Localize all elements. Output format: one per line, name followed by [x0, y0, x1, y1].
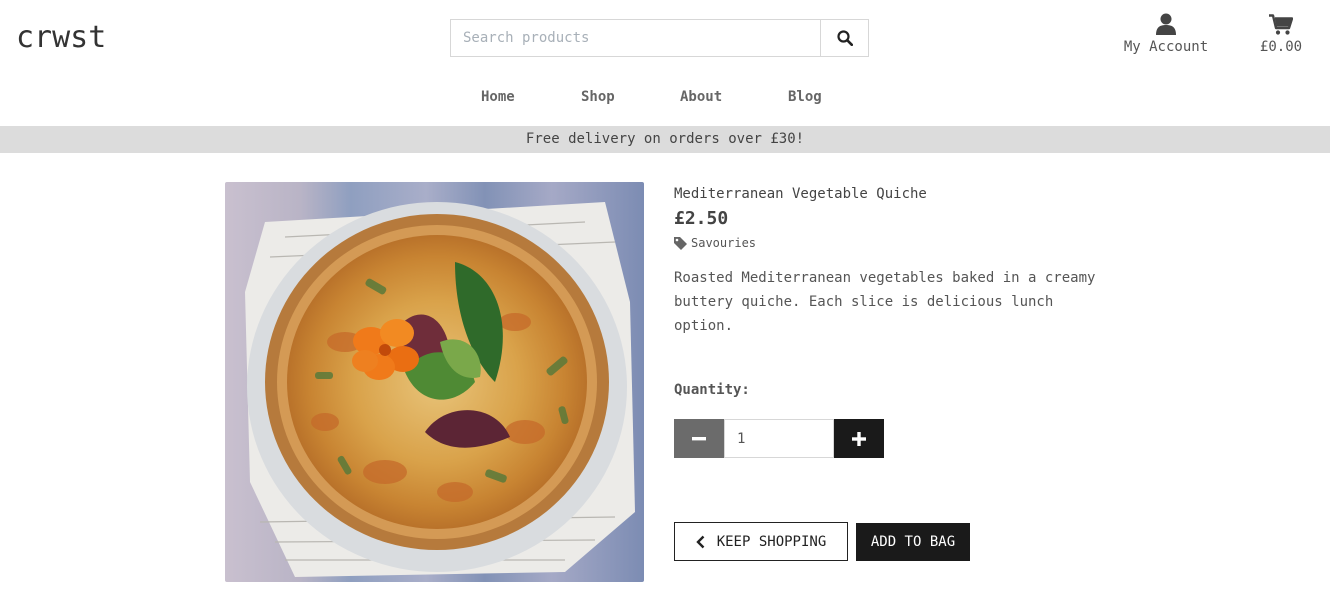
shopping-cart-icon	[1269, 13, 1293, 35]
product-image	[225, 182, 644, 582]
nav-item-about[interactable]: About	[680, 89, 722, 105]
delivery-banner: Free delivery on orders over £30!	[0, 126, 1330, 153]
quantity-stepper	[674, 419, 884, 458]
product-description: Roasted Mediterranean vegetables baked i…	[674, 270, 1096, 334]
keep-shopping-label: KEEP SHOPPING	[716, 533, 827, 550]
plus-icon	[852, 431, 866, 446]
keep-shopping-button[interactable]: KEEP SHOPPING	[674, 522, 848, 561]
decrement-quantity-button[interactable]	[674, 419, 724, 458]
my-account-link[interactable]: My Account	[1118, 12, 1214, 55]
increment-quantity-button[interactable]	[834, 419, 884, 458]
quantity-label: Quantity:	[674, 382, 750, 398]
product-category[interactable]: Savouries	[674, 236, 1114, 250]
nav-item-blog[interactable]: Blog	[788, 89, 822, 105]
product-category-label: Savouries	[691, 236, 757, 250]
search-button[interactable]	[820, 19, 869, 57]
search-icon	[836, 30, 853, 46]
nav-item-shop[interactable]: Shop	[581, 89, 615, 105]
nav-item-home[interactable]: Home	[481, 89, 515, 105]
cart-total: £0.00	[1259, 39, 1303, 55]
my-account-label: My Account	[1123, 39, 1209, 55]
product-details: Mediterranean Vegetable Quiche £2.50 Sav…	[674, 182, 1114, 338]
search-bar	[450, 19, 869, 57]
add-to-bag-button[interactable]: ADD TO BAG	[856, 523, 970, 561]
product-name: Mediterranean Vegetable Quiche	[674, 186, 927, 202]
user-icon	[1156, 13, 1176, 35]
search-input[interactable]	[450, 19, 820, 57]
site-header: crwst My Account £0.00	[0, 0, 1330, 126]
site-logo[interactable]: crwst	[16, 20, 106, 55]
chevron-left-icon	[696, 535, 705, 548]
quiche-illustration	[245, 202, 635, 577]
product-price: £2.50	[674, 208, 729, 229]
minus-icon	[692, 436, 706, 440]
cart-link[interactable]: £0.00	[1254, 12, 1308, 55]
quantity-input[interactable]	[724, 419, 834, 458]
tag-icon	[674, 236, 687, 250]
main-nav: Home Shop About Blog	[0, 86, 1330, 112]
